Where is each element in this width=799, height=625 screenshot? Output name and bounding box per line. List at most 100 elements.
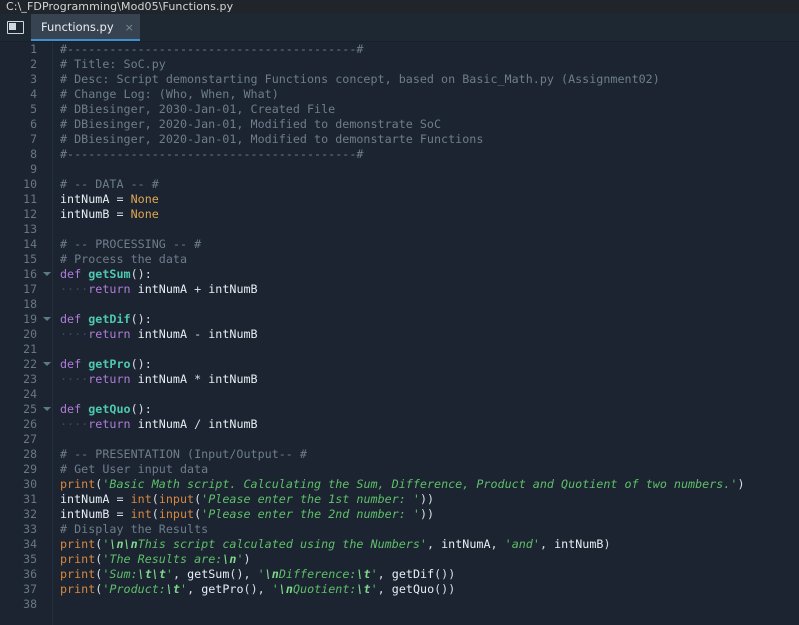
code-line[interactable]: def getDif():	[60, 312, 799, 327]
code-token: # Change Log: (Who, When, What)	[60, 87, 279, 101]
code-token: )	[603, 537, 611, 551]
code-line[interactable]	[60, 297, 799, 312]
fold-arrow-icon[interactable]	[43, 362, 51, 366]
code-line[interactable]: print('Basic Math script. Calculating th…	[60, 477, 799, 492]
editor-tab-bar: Functions.py ×	[0, 14, 799, 42]
code-token: ,	[187, 582, 202, 596]
code-line[interactable]	[60, 387, 799, 402]
gutter-line: 11	[0, 192, 53, 207]
code-line[interactable]: ····return intNumA + intNumB	[60, 282, 799, 297]
line-number-gutter[interactable]: 1 2 3 4 5 6 7 8 9 10 11 12 13 14 15 16 17 18 19 20 21 22 23 24 2…	[0, 42, 53, 625]
code-line[interactable]	[60, 432, 799, 447]
tab-functions-py[interactable]: Functions.py ×	[31, 14, 140, 41]
code-line[interactable]: print('Sum:\t\t', getSum(), '\nDifferenc…	[60, 567, 799, 582]
code-token: '	[236, 552, 244, 566]
fold-arrow-icon[interactable]	[43, 317, 51, 321]
code-editor[interactable]: 1 2 3 4 5 6 7 8 9 10 11 12 13 14 15 16 17 18 19 20 21 22 23 24 2…	[0, 42, 799, 625]
code-token: )	[737, 477, 745, 491]
gutter-line: 15	[0, 252, 53, 267]
code-line[interactable]: # DBiesinger, 2020-Jan-01, Modified to d…	[60, 132, 799, 147]
line-number: 22	[23, 357, 37, 371]
gutter-line: 21	[0, 342, 53, 357]
code-line[interactable]: # Get User input data	[60, 462, 799, 477]
code-line[interactable]: # Process the data	[60, 252, 799, 267]
close-icon[interactable]: ×	[125, 14, 134, 41]
code-line[interactable]	[60, 222, 799, 237]
code-line[interactable]: # Title: SoC.py	[60, 57, 799, 72]
code-token: getPro	[201, 582, 244, 596]
code-line[interactable]: # DBiesinger, 2030-Jan-01, Created File	[60, 102, 799, 117]
code-line[interactable]	[60, 597, 799, 612]
line-number: 5	[30, 102, 37, 116]
fold-arrow-icon[interactable]	[43, 272, 51, 276]
code-line[interactable]: ····return intNumA / intNumB	[60, 417, 799, 432]
code-token: 'and'	[504, 537, 540, 551]
line-number: 27	[23, 432, 37, 446]
code-line[interactable]: intNumA = int(input('Please enter the 1s…	[60, 492, 799, 507]
code-line[interactable]	[60, 342, 799, 357]
line-number: 37	[23, 582, 37, 596]
code-line[interactable]: print('Product:\t', getPro(), '\nQuotien…	[60, 582, 799, 597]
gutter-line: 30	[0, 477, 53, 492]
code-token: intNumB	[60, 207, 110, 221]
line-number: 31	[23, 492, 37, 506]
code-line[interactable]: # -- PROCESSING -- #	[60, 237, 799, 252]
code-line[interactable]: ····return intNumA * intNumB	[60, 372, 799, 387]
code-token: \n\n	[109, 537, 138, 551]
code-line[interactable]: intNumB = None	[60, 207, 799, 222]
line-number: 34	[23, 537, 37, 551]
gutter-line: 24	[0, 387, 53, 402]
code-content-area[interactable]: #---------------------------------------…	[53, 42, 799, 625]
code-line[interactable]: #---------------------------------------…	[60, 42, 799, 57]
code-token: # DBiesinger, 2030-Jan-01, Created File	[60, 102, 336, 116]
line-number: 3	[30, 72, 37, 86]
line-number: 25	[23, 402, 37, 416]
code-line[interactable]: #---------------------------------------…	[60, 147, 799, 162]
code-line[interactable]: # Desc: Script demonstarting Functions c…	[60, 72, 799, 87]
code-token: This script calculated using the Numbers…	[137, 537, 427, 551]
code-line[interactable]: # -- PRESENTATION (Input/Output-- #	[60, 447, 799, 462]
code-token: print	[60, 477, 96, 491]
code-token: ,	[377, 582, 392, 596]
code-token: # Display the Results	[60, 522, 209, 536]
code-line[interactable]: def getSum():	[60, 267, 799, 282]
gutter-line: 8	[0, 147, 53, 162]
code-line[interactable]	[60, 162, 799, 177]
fold-arrow-icon[interactable]	[43, 407, 51, 411]
code-token: intNumB	[554, 537, 604, 551]
gutter-line: 18	[0, 297, 53, 312]
code-token: intNumA	[137, 372, 188, 386]
code-line[interactable]: print('The Results are:\n')	[60, 552, 799, 567]
code-token: # Process the data	[60, 252, 188, 266]
code-token: #---------------------------------------…	[60, 147, 364, 161]
code-token: ())	[434, 582, 456, 596]
code-line[interactable]: # DBiesinger, 2020-Jan-01, Modified to d…	[60, 117, 799, 132]
code-line[interactable]: # Change Log: (Who, When, What)	[60, 87, 799, 102]
gutter-line: 4	[0, 87, 53, 102]
gutter-line: 29	[0, 462, 53, 477]
code-line[interactable]: # -- DATA -- #	[60, 177, 799, 192]
gutter-line: 25	[0, 402, 53, 417]
code-token: \n	[264, 567, 279, 581]
code-token: '	[370, 567, 378, 581]
code-line[interactable]: # Display the Results	[60, 522, 799, 537]
code-line[interactable]: print('\n\nThis script calculated using …	[60, 537, 799, 552]
code-token: +	[187, 282, 209, 296]
panel-toggle-button[interactable]	[0, 14, 31, 41]
code-token: ,	[377, 567, 392, 581]
code-token: \t	[356, 582, 371, 596]
code-token: '	[165, 567, 173, 581]
code-token: \n	[278, 582, 293, 596]
code-line[interactable]: intNumB = int(input('Please enter the 2n…	[60, 507, 799, 522]
code-token: ····	[60, 327, 89, 341]
code-line[interactable]: intNumA = None	[60, 192, 799, 207]
code-token: ····	[60, 372, 89, 386]
code-token: intNumA	[60, 492, 110, 506]
line-number: 21	[23, 342, 37, 356]
code-line[interactable]: def getQuo():	[60, 402, 799, 417]
code-line[interactable]: ····return intNumA - intNumB	[60, 327, 799, 342]
code-line[interactable]: def getPro():	[60, 357, 799, 372]
gutter-line: 12	[0, 207, 53, 222]
